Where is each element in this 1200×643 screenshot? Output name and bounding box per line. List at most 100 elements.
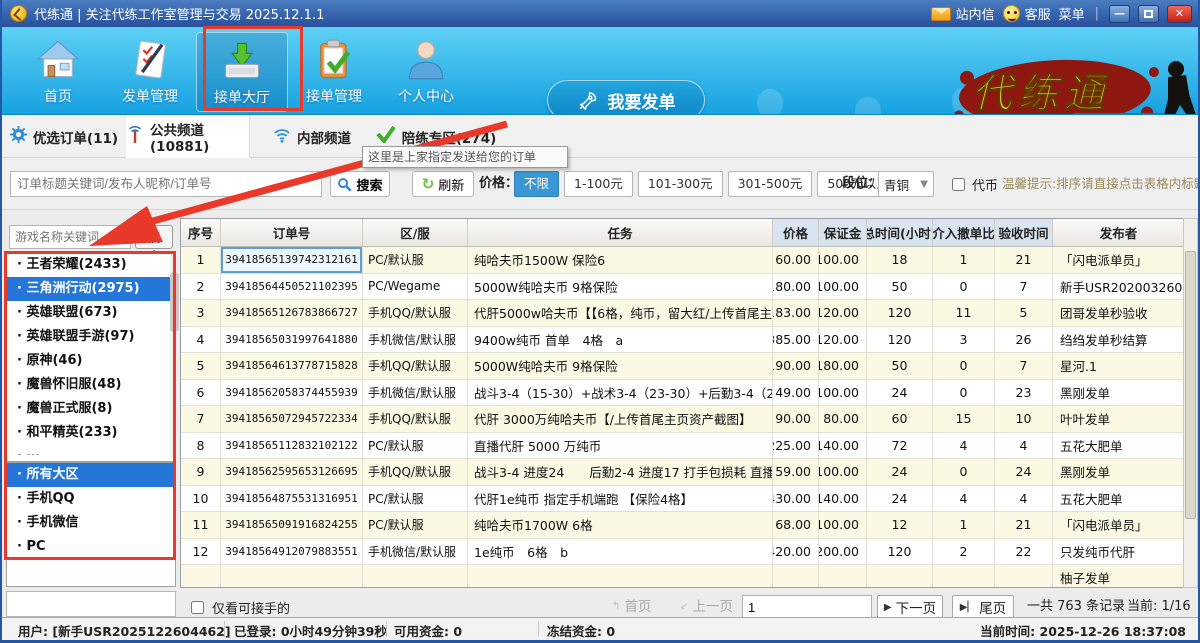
home-icon xyxy=(36,34,80,86)
game-list-scroll-thumb[interactable] xyxy=(170,272,179,332)
intervene-ratio: 0 xyxy=(933,380,995,406)
game-search-button[interactable]: 搜索 xyxy=(135,225,173,249)
region-item-mobile-qq[interactable]: 手机QQ xyxy=(7,487,175,511)
server: PC/默认服 xyxy=(363,433,468,459)
table-row[interactable]: 939418562595653126695手机QQ/默认服战斗3-4 进度24 … xyxy=(181,459,1185,486)
game-search-input[interactable] xyxy=(9,225,131,249)
column-header-total-hours[interactable]: 总时间(小时) xyxy=(867,219,933,246)
price: 430.00 xyxy=(773,486,819,512)
minimize-button[interactable]: — xyxy=(1109,5,1130,23)
nav-item-dispatch-manage[interactable]: 发单管理 xyxy=(104,32,196,112)
menu-button[interactable]: 菜单 xyxy=(1059,4,1085,23)
column-header-publisher[interactable]: 发布者 xyxy=(1053,219,1185,246)
order-id: 39418562595653126695 xyxy=(221,459,363,485)
token-checkbox[interactable] xyxy=(952,178,965,191)
table-row[interactable]: 1239418564912079883551手机微信/默认服1e纯币 6格 b4… xyxy=(181,539,1185,566)
game-item-honor-of-kings[interactable]: 王者荣耀(2433) xyxy=(7,253,175,277)
first-page-button[interactable]: ↰首页 xyxy=(612,595,651,619)
table-scrollbar[interactable] xyxy=(1183,218,1198,588)
region-item-all-regions[interactable]: 所有大区 xyxy=(7,463,175,487)
region-item-pc[interactable]: PC xyxy=(7,535,175,559)
nav-item-profile[interactable]: 个人中心 xyxy=(380,32,472,112)
table-row[interactable]: 739418565072945722334手机QQ/默认服代肝 3000万纯哈夫… xyxy=(181,406,1185,433)
tab-public-channel[interactable]: 公共频道(10881) xyxy=(126,115,250,158)
column-header-accept-time[interactable]: 验收时间 xyxy=(995,219,1053,246)
prev-page-button[interactable]: ↙上一页 xyxy=(680,595,733,619)
price-option-1[interactable]: 1-100元 xyxy=(564,171,633,197)
token-checkbox-row[interactable]: 代币 xyxy=(948,171,998,197)
page-number-input[interactable] xyxy=(742,595,872,619)
price: 49.00 xyxy=(773,380,819,406)
tab-internal-channel[interactable]: 内部频道 xyxy=(250,115,374,158)
price-option-3[interactable]: 301-500元 xyxy=(728,171,813,197)
customer-service-button[interactable]: 客服 xyxy=(1003,4,1051,23)
table-row[interactable]: 839418565112832102122PC/默认服直播代肝 5000 万纯币… xyxy=(181,433,1185,460)
order-table: 序号订单号区/服任务价格保证金总时间(小时)介入撤单比验收时间发布者 13941… xyxy=(180,218,1186,588)
accept-time: 21 xyxy=(995,512,1053,538)
game-item-clipped[interactable]: ⋯ xyxy=(7,445,175,455)
order-search-input[interactable] xyxy=(10,171,322,197)
column-header-row-no[interactable]: 序号 xyxy=(181,219,221,246)
game-item-wow-classic[interactable]: 魔兽怀旧服(48) xyxy=(7,373,175,397)
app-window: 代练通 | 关注代练工作室管理与交易 2025.12.1.1 站内信 客服 菜单… xyxy=(0,0,1200,643)
column-header-task[interactable]: 任务 xyxy=(468,219,773,246)
game-item-delta-force[interactable]: 三角洲行动(2975) xyxy=(7,277,175,301)
game-item-lol-mobile[interactable]: 英雄联盟手游(97) xyxy=(7,325,175,349)
last-page-icon: ▶▏ xyxy=(960,602,975,613)
first-page-icon: ↰ xyxy=(612,595,620,619)
row-no: 10 xyxy=(181,486,221,512)
game-item-peace-elite[interactable]: 和平精英(233) xyxy=(7,421,175,445)
accept-time: 4 xyxy=(995,486,1053,512)
next-page-button[interactable]: ▶下一页 xyxy=(877,595,943,619)
nav-item-order-hall[interactable]: 接单大厅 xyxy=(196,32,288,112)
table-row[interactable]: 539418564613778715828手机QQ/默认服5000W纯哈夫币 9… xyxy=(181,353,1185,380)
nav-item-order-manage[interactable]: 接单管理 xyxy=(288,32,380,112)
table-row[interactable]: 139418565139742312161PC/默认服纯哈夫币1500W 保险6… xyxy=(181,247,1185,274)
column-header-price[interactable]: 价格 xyxy=(773,219,819,246)
total-hours: 24 xyxy=(867,486,933,512)
order-search-button[interactable]: 搜索 xyxy=(330,171,390,197)
game-item-wow-retail[interactable]: 魔兽正式服(8) xyxy=(7,397,175,421)
refresh-button[interactable]: ↻ 刷新 xyxy=(412,171,474,197)
green-check-icon xyxy=(376,126,396,147)
column-header-intervene-ratio[interactable]: 介入撤单比 xyxy=(933,219,995,246)
column-header-deposit[interactable]: 保证金 xyxy=(819,219,867,246)
column-header-server[interactable]: 区/服 xyxy=(363,219,468,246)
last-page-label: 尾页 xyxy=(979,597,1006,617)
tab-preferred-orders[interactable]: 优选订单(11) xyxy=(2,115,126,158)
publish-order-button[interactable]: 我要发单 xyxy=(547,80,705,115)
maximize-button[interactable] xyxy=(1138,5,1159,23)
price-option-2[interactable]: 101-300元 xyxy=(638,171,723,197)
table-row[interactable]: 639418562058374455939手机微信/默认服战斗3-4（15-30… xyxy=(181,380,1185,407)
table-row[interactable]: 439418565031997641880手机微信/默认服9400w纯币 首单 … xyxy=(181,327,1185,354)
server: PC/默认服 xyxy=(363,512,468,538)
game-list-scrollbar[interactable] xyxy=(170,254,179,458)
site-mail-label: 站内信 xyxy=(956,4,995,23)
column-header-order-id[interactable]: 订单号 xyxy=(221,219,363,246)
rank-dropdown[interactable]: 青铜 ▼ xyxy=(878,171,934,197)
task: 代肝 3000万纯哈夫币【/上传首尾主页资产截图】 xyxy=(468,406,773,432)
search-icon xyxy=(337,177,352,192)
rank-filter-label: 段位： xyxy=(842,171,881,197)
table-row[interactable]: 239418564450521102395PC/Wegame5000W纯哈夫币 … xyxy=(181,274,1185,301)
table-row[interactable]: 1039418564875531316951PC/默认服代肝1e纯币 指定手机端… xyxy=(181,486,1185,513)
price-option-0[interactable]: 不限 xyxy=(514,171,559,197)
deposit: 100.00 xyxy=(819,247,867,273)
accept-time: 22 xyxy=(995,539,1053,565)
publisher: 黑刚发单 xyxy=(1053,459,1185,485)
table-scroll-thumb[interactable] xyxy=(1185,251,1196,519)
nav-item-home[interactable]: 首页 xyxy=(12,32,104,112)
last-page-button[interactable]: ▶▏ 尾页 xyxy=(952,595,1014,619)
game-item-genshin[interactable]: 原神(46) xyxy=(7,349,175,373)
game-item-league-of-legends[interactable]: 英雄联盟(673) xyxy=(7,301,175,325)
table-row[interactable]: 柚子发单 xyxy=(181,565,1185,588)
table-row[interactable]: 339418565126783866727手机QQ/默认服代肝5000w哈夫币【… xyxy=(181,300,1185,327)
only-available-checkbox[interactable] xyxy=(191,601,204,614)
publisher: 「闪电派单员」 xyxy=(1053,247,1185,273)
site-mail-button[interactable]: 站内信 xyxy=(931,4,995,23)
close-button[interactable]: ✕ xyxy=(1167,5,1192,23)
only-available-checkbox-row[interactable]: 仅看可接手的 xyxy=(187,595,290,619)
region-item-mobile-wechat[interactable]: 手机微信 xyxy=(7,511,175,535)
svg-text:代练通: 代练通 xyxy=(972,71,1110,115)
table-row[interactable]: 1139418565091916824255PC/默认服纯哈夫币1700W 6格… xyxy=(181,512,1185,539)
